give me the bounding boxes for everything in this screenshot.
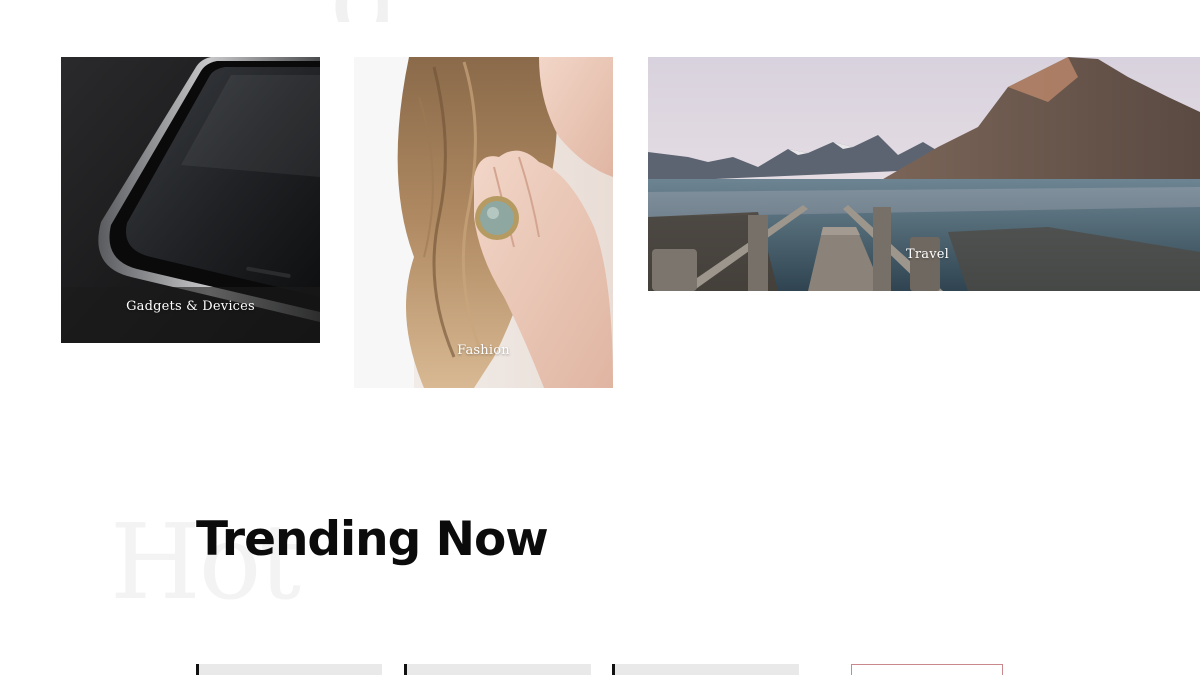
decorative-watermark-top: g xyxy=(330,0,430,22)
trending-card[interactable] xyxy=(404,664,591,675)
category-label-gadgets: Gadgets & Devices xyxy=(126,299,255,314)
category-label-travel: Travel xyxy=(906,247,950,262)
category-card-fashion[interactable]: Fashion xyxy=(354,57,613,388)
trending-sidebar-box xyxy=(851,664,1003,675)
trending-card[interactable] xyxy=(612,664,799,675)
section-title-trending: Trending Now xyxy=(196,512,549,567)
category-card-gadgets[interactable]: Gadgets & Devices xyxy=(61,57,320,343)
category-label-fashion: Fashion xyxy=(457,343,510,358)
category-card-travel[interactable]: Travel xyxy=(648,57,1200,291)
trending-card[interactable] xyxy=(196,664,382,675)
fashion-photo xyxy=(354,57,613,388)
